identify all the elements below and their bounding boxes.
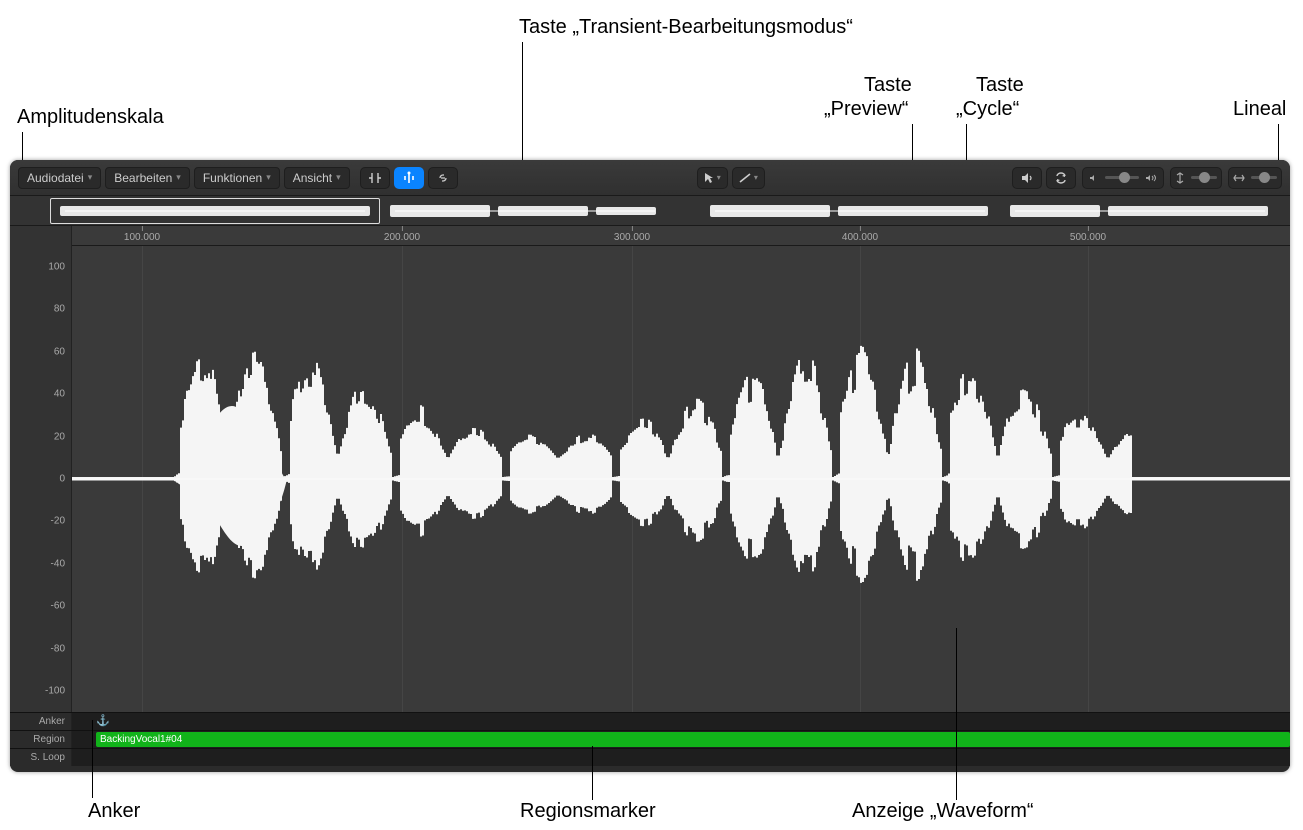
pencil-tool[interactable]: ▾ xyxy=(732,167,765,189)
ruler[interactable]: 100.000 200.000 300.000 400.000 500.000 xyxy=(10,226,1290,246)
amp-label: -20 xyxy=(51,516,65,527)
ruler-corner xyxy=(10,226,72,246)
menu-label: Ansicht xyxy=(293,171,332,185)
pointer-tool[interactable]: ▾ xyxy=(697,167,728,189)
ann-line xyxy=(92,720,93,798)
sloop-content[interactable] xyxy=(72,749,1290,766)
slider-track[interactable] xyxy=(1191,176,1217,179)
amp-label: 60 xyxy=(54,346,65,357)
region-track: Region BackingVocal1#04 xyxy=(10,730,1290,748)
annotation-preview-1: Taste xyxy=(864,74,912,97)
annotation-cycle-1: Taste xyxy=(976,74,1024,97)
anchor-icon[interactable]: ⚓ xyxy=(96,714,110,727)
flex-mode-button[interactable] xyxy=(360,167,390,189)
menu-label: Bearbeiten xyxy=(114,171,172,185)
chevron-down-icon: ▾ xyxy=(336,172,341,183)
menu-label: Funktionen xyxy=(203,171,262,185)
ann-line xyxy=(522,42,523,172)
chevron-down-icon: ▾ xyxy=(176,172,181,183)
amp-label: -100 xyxy=(45,686,65,697)
region-track-content[interactable]: BackingVocal1#04 xyxy=(72,731,1290,748)
ruler-tick-label: 200.000 xyxy=(384,232,420,243)
toolbar: Audiodatei ▾ Bearbeiten ▾ Funktionen ▾ Ansi… xyxy=(10,160,1290,196)
chevron-down-icon: ▾ xyxy=(266,172,271,183)
ann-line xyxy=(956,628,957,800)
chevron-down-icon: ▾ xyxy=(88,172,93,183)
slider-thumb[interactable] xyxy=(1119,172,1130,183)
amp-label: 40 xyxy=(54,389,65,400)
region-name: BackingVocal1#04 xyxy=(100,734,182,745)
vertical-zoom-slider[interactable] xyxy=(1170,167,1222,189)
track-label: S. Loop xyxy=(10,749,72,766)
waveform-area[interactable] xyxy=(72,246,1290,712)
ruler-tick-label: 400.000 xyxy=(842,232,878,243)
annotation-regionmarker: Regionsmarker xyxy=(520,800,656,823)
link-button[interactable] xyxy=(428,167,458,189)
amp-label: 20 xyxy=(54,431,65,442)
main-waveform xyxy=(72,246,1290,712)
amp-label: 100 xyxy=(48,261,65,272)
horizontal-zoom-icon xyxy=(1233,173,1245,183)
sloop-track: S. Loop xyxy=(10,748,1290,766)
waveform-overview[interactable] xyxy=(10,196,1290,226)
ann-line xyxy=(592,746,593,800)
annotation-anchor: Anker xyxy=(88,800,140,823)
track-label: Anker xyxy=(10,713,72,730)
menu-audiodatei[interactable]: Audiodatei ▾ xyxy=(18,167,101,189)
volume-low-icon xyxy=(1089,173,1099,183)
slider-thumb[interactable] xyxy=(1259,172,1270,183)
cycle-button[interactable] xyxy=(1046,167,1076,189)
amp-label: 0 xyxy=(59,474,65,485)
audio-file-editor: Audiodatei ▾ Bearbeiten ▾ Funktionen ▾ Ansi… xyxy=(10,160,1290,772)
annotation-ruler: Lineal xyxy=(1233,98,1286,121)
chevron-down-icon: ▾ xyxy=(717,173,721,182)
chevron-down-icon: ▾ xyxy=(754,173,758,182)
annotation-waveform-display: Anzeige „Waveform“ xyxy=(852,800,1034,823)
vertical-zoom-icon xyxy=(1175,172,1185,184)
ruler-tick-label: 500.000 xyxy=(1070,232,1106,243)
region-marker[interactable]: BackingVocal1#04 xyxy=(96,732,1290,747)
slider-track[interactable] xyxy=(1251,176,1277,179)
waveform-display[interactable]: 100 80 60 40 20 0 -20 -40 -60 -80 -100 xyxy=(10,246,1290,712)
transient-edit-mode-button[interactable] xyxy=(394,167,424,189)
amplitude-scale: 100 80 60 40 20 0 -20 -40 -60 -80 -100 xyxy=(10,246,72,712)
amp-label: -60 xyxy=(51,601,65,612)
amp-label: 80 xyxy=(54,304,65,315)
track-label: Region xyxy=(10,731,72,748)
ruler-tick-label: 100.000 xyxy=(124,232,160,243)
ruler-tick-label: 300.000 xyxy=(614,232,650,243)
anchor-track-content[interactable]: ⚓ xyxy=(72,713,1290,730)
anchor-track: Anker ⚓ xyxy=(10,712,1290,730)
bottom-tracks: Anker ⚓ Region BackingVocal1#04 S. Loop xyxy=(10,712,1290,766)
annotation-amplitude-scale: Amplitudenskala xyxy=(17,106,164,129)
amp-label: -40 xyxy=(51,558,65,569)
menu-label: Audiodatei xyxy=(27,171,84,185)
overview-selection[interactable] xyxy=(50,198,380,224)
menu-cluster: Audiodatei ▾ Bearbeiten ▾ Funktionen ▾ Ansi… xyxy=(18,167,350,189)
slider-track[interactable] xyxy=(1105,176,1139,179)
horizontal-zoom-slider[interactable] xyxy=(1228,167,1282,189)
preview-button[interactable] xyxy=(1012,167,1042,189)
menu-ansicht[interactable]: Ansicht ▾ xyxy=(284,167,350,189)
volume-high-icon xyxy=(1145,173,1157,183)
menu-funktionen[interactable]: Funktionen ▾ xyxy=(194,167,280,189)
amp-label: -80 xyxy=(51,643,65,654)
menu-bearbeiten[interactable]: Bearbeiten ▾ xyxy=(105,167,190,189)
annotation-cycle-2: „Cycle“ xyxy=(956,98,1019,121)
annotation-transient-mode: Taste „Transient-Bearbeitungsmodus“ xyxy=(519,16,853,39)
slider-thumb[interactable] xyxy=(1199,172,1210,183)
volume-slider[interactable] xyxy=(1082,167,1164,189)
annotation-preview-2: „Preview“ xyxy=(824,98,908,121)
